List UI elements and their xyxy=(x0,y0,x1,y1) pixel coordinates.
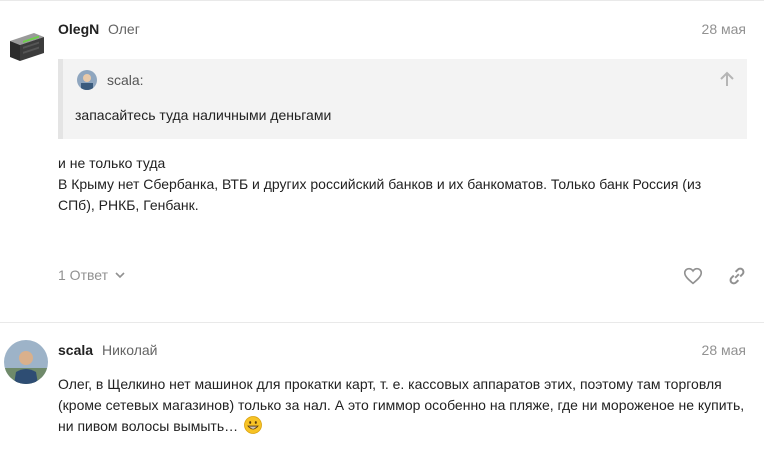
post-date[interactable]: 28 мая xyxy=(702,342,746,358)
link-icon[interactable] xyxy=(726,265,748,287)
grinning-face-emoji xyxy=(244,416,262,434)
post-scala: scala Николай 28 мая Олег, в Щелкино нет… xyxy=(0,322,764,455)
post-fullname: Николай xyxy=(102,342,158,358)
quote-author: scala: xyxy=(107,72,144,88)
post-body: Олег, в Щелкино нет машинок для прокатки… xyxy=(58,374,748,437)
user-photo-avatar[interactable] xyxy=(4,340,48,384)
post-username[interactable]: scala xyxy=(58,342,93,358)
post-username[interactable]: OlegN xyxy=(58,21,99,37)
heart-icon[interactable] xyxy=(682,265,704,287)
post-body-line: В Крыму нет Сбербанка, ВТБ и других росс… xyxy=(58,176,702,213)
server-avatar-icon[interactable] xyxy=(4,23,48,67)
post-body: и не только туда В Крыму нет Сбербанка, … xyxy=(58,153,738,216)
post-body-line: и не только туда xyxy=(58,155,166,171)
post-fullname: Олег xyxy=(108,21,140,37)
arrow-up-icon[interactable] xyxy=(719,71,735,87)
post-oleg: OlegN Олег 28 мая scala: запасайтесь туд… xyxy=(0,0,764,322)
replies-toggle[interactable]: 1 Ответ xyxy=(58,267,126,283)
quote-text: запасайтесь туда наличными деньгами xyxy=(75,107,332,123)
post-actions xyxy=(682,265,748,287)
post-body-text: Олег, в Щелкино нет машинок для прокатки… xyxy=(58,376,745,434)
quote-block: scala: запасайтесь туда наличными деньга… xyxy=(58,59,747,139)
post-date[interactable]: 28 мая xyxy=(702,21,746,37)
chevron-down-icon xyxy=(115,272,125,279)
quote-avatar xyxy=(77,70,97,90)
replies-label: 1 Ответ xyxy=(58,267,108,283)
